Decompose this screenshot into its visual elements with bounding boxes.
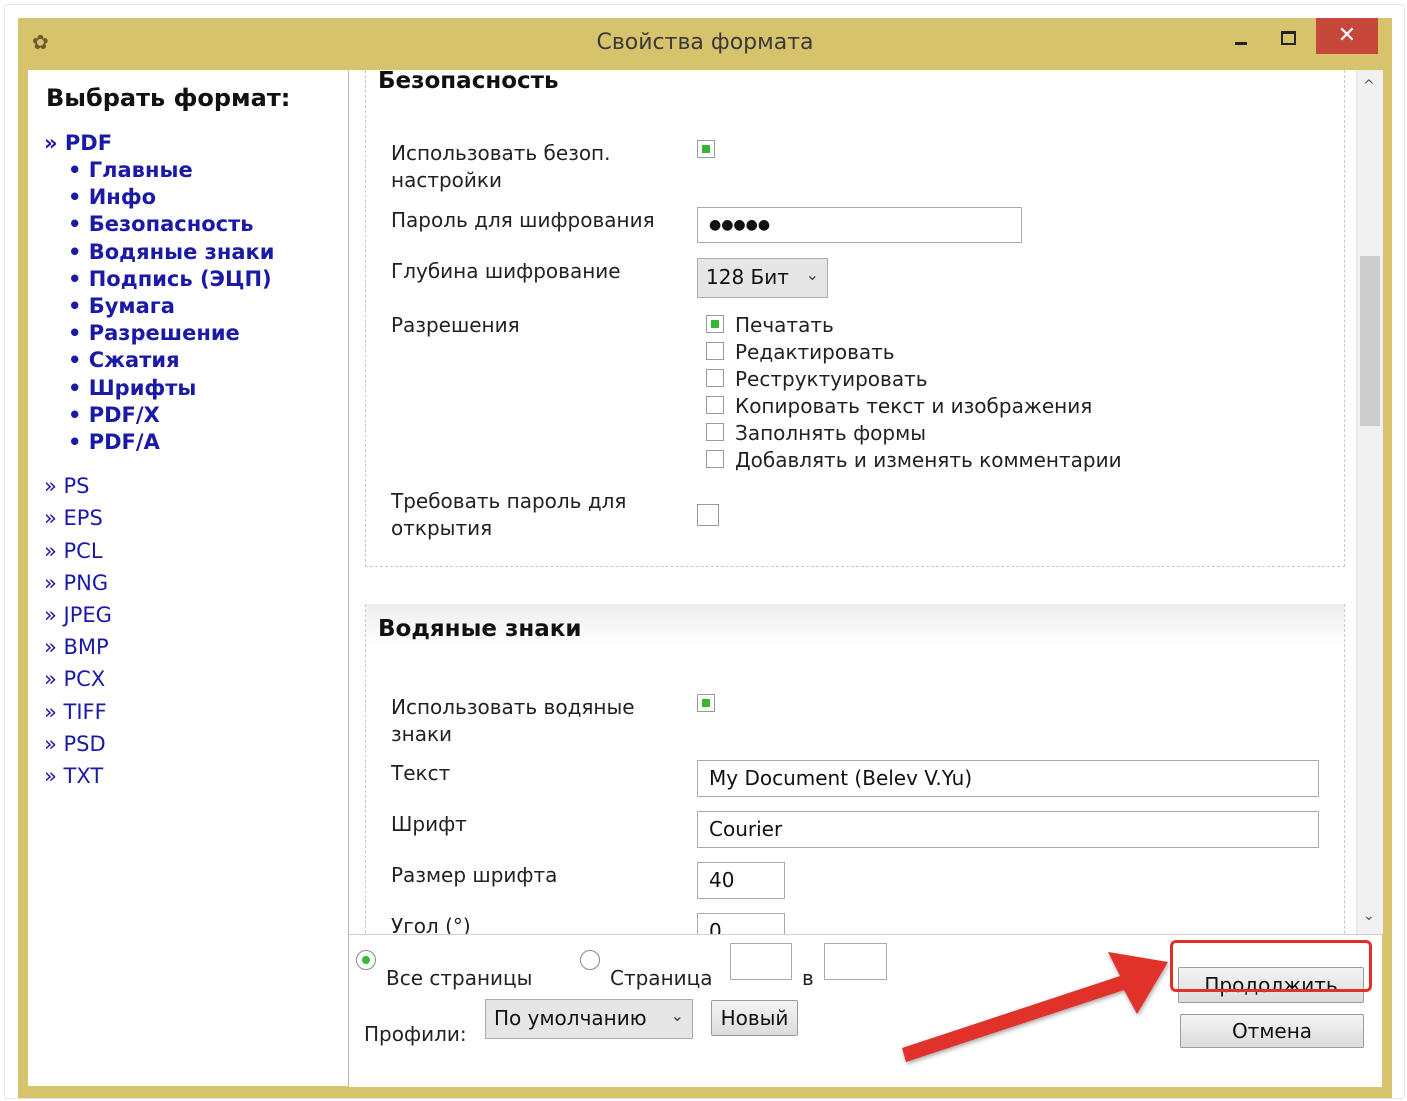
angle-input[interactable]: 0 <box>697 913 785 934</box>
scroll-down-icon[interactable]: ⌄ <box>1363 908 1375 924</box>
watermark-header: Водяные знаки <box>366 604 1344 648</box>
pdf-link-main[interactable]: • Главные <box>44 157 275 184</box>
format-link-psd[interactable]: » PSD <box>44 728 275 760</box>
password-label: Пароль для шифрования <box>391 208 655 232</box>
title-bar[interactable]: ✿ Свойства формата ✕ <box>18 18 1392 70</box>
encryption-depth-select[interactable]: 128 Бит ⌄ <box>697 258 828 298</box>
maximize-button[interactable] <box>1272 22 1302 54</box>
page-to-input[interactable] <box>824 943 887 980</box>
pdf-link-fonts[interactable]: • Шрифты <box>44 375 275 402</box>
sidebar-title: Выбрать формат: <box>46 84 291 112</box>
perm-restructure-label: Реструктуировать <box>735 367 928 391</box>
cancel-button[interactable]: Отмена <box>1180 1014 1364 1048</box>
perm-print-label: Печатать <box>735 313 834 337</box>
use-watermark-checkbox[interactable] <box>697 694 715 712</box>
profiles-label: Профили: <box>364 1022 467 1046</box>
all-pages-label: Все страницы <box>386 966 533 990</box>
perm-edit-label: Редактировать <box>735 340 895 364</box>
minimize-button[interactable] <box>1226 22 1256 54</box>
vertical-scrollbar[interactable]: ^ ⌄ <box>1356 70 1383 934</box>
use-security-checkbox[interactable] <box>697 140 715 158</box>
settings-panel: Безопасность Использовать безоп. настрой… <box>349 70 1383 934</box>
perm-print-checkbox[interactable] <box>706 315 724 333</box>
perm-copy-checkbox[interactable] <box>706 396 724 414</box>
format-link-tiff[interactable]: » TIFF <box>44 696 275 728</box>
encryption-depth-label: Глубина шифрование <box>391 259 621 283</box>
watermark-text-label: Текст <box>391 761 451 785</box>
new-profile-button[interactable]: Новый <box>711 1000 798 1036</box>
scroll-up-icon[interactable]: ^ <box>1363 78 1375 94</box>
pdf-link-info[interactable]: • Инфо <box>44 184 275 211</box>
page-range-label: Страница <box>610 966 713 990</box>
use-security-label: Использовать безоп. настройки <box>391 141 611 192</box>
require-password-label: Требовать пароль для открытия <box>391 489 627 540</box>
pdf-link-pdfx[interactable]: • PDF/X <box>44 402 275 429</box>
pdf-link-compression[interactable]: • Сжатия <box>44 347 275 374</box>
watermark-title: Водяные знаки <box>378 616 582 642</box>
format-link-pcl[interactable]: » PCL <box>44 535 275 567</box>
watermark-font-input[interactable]: Courier <box>697 811 1319 848</box>
font-size-label: Размер шрифта <box>391 863 558 887</box>
format-link-png[interactable]: » PNG <box>44 567 275 599</box>
perm-edit-checkbox[interactable] <box>706 342 724 360</box>
format-link-txt[interactable]: » TXT <box>44 760 275 792</box>
pdf-link-pdfa[interactable]: • PDF/A <box>44 429 275 456</box>
scrollbar-thumb[interactable] <box>1360 256 1380 426</box>
use-watermark-label: Использовать водяные знаки <box>391 695 635 746</box>
page-from-input[interactable] <box>730 943 792 980</box>
encryption-depth-value: 128 Бит <box>706 265 789 289</box>
page-range-radio[interactable] <box>580 950 600 970</box>
pdf-link-paper[interactable]: • Бумага <box>44 293 275 320</box>
watermark-section: Водяные знаки Использовать водяные знаки… <box>365 604 1345 934</box>
chevron-down-icon: ⌄ <box>805 265 819 284</box>
profiles-select[interactable]: По умолчанию ⌄ <box>485 999 693 1039</box>
pdf-link-watermarks[interactable]: • Водяные знаки <box>44 239 275 266</box>
perm-comments-checkbox[interactable] <box>706 450 724 468</box>
format-list: » PDF • Главные • Инфо • Безопасность • … <box>44 130 275 792</box>
pdf-link-signature[interactable]: • Подпись (ЭЦП) <box>44 266 275 293</box>
page-in-label: в <box>802 966 814 990</box>
security-header: Безопасность <box>366 70 1344 94</box>
format-sidebar: Выбрать формат: » PDF • Главные • Инфо •… <box>28 70 349 1086</box>
format-link-jpeg[interactable]: » JPEG <box>44 599 275 631</box>
format-link-pcx[interactable]: » PCX <box>44 663 275 695</box>
pdf-link-security[interactable]: • Безопасность <box>44 211 275 238</box>
pdf-link-resolution[interactable]: • Разрешение <box>44 320 275 347</box>
format-link-pdf[interactable]: » PDF <box>44 130 275 157</box>
watermark-text-input[interactable]: My Document (Belev V.Yu) <box>697 760 1319 797</box>
format-link-eps[interactable]: » EPS <box>44 502 275 534</box>
format-link-bmp[interactable]: » BMP <box>44 631 275 663</box>
password-input[interactable]: ●●●●● <box>697 207 1022 243</box>
security-section: Безопасность Использовать безоп. настрой… <box>365 70 1345 567</box>
format-properties-window: ✿ Свойства формата ✕ Выбрать формат: » P… <box>18 18 1392 1098</box>
perm-fill-forms-checkbox[interactable] <box>706 423 724 441</box>
permissions-label: Разрешения <box>391 313 520 337</box>
perm-fill-forms-label: Заполнять формы <box>735 421 926 445</box>
chevron-down-icon: ⌄ <box>670 1006 684 1025</box>
font-size-input[interactable]: 40 <box>697 862 785 899</box>
continue-highlight-box <box>1170 940 1372 992</box>
angle-label: Угол (°) <box>391 914 471 934</box>
perm-restructure-checkbox[interactable] <box>706 369 724 387</box>
watermark-font-label: Шрифт <box>391 812 467 836</box>
security-title: Безопасность <box>378 70 559 94</box>
window-title: Свойства формата <box>596 30 814 55</box>
all-pages-radio[interactable] <box>356 950 376 970</box>
close-button[interactable]: ✕ <box>1316 18 1378 54</box>
perm-comments-label: Добавлять и изменять комментарии <box>735 448 1122 472</box>
format-link-ps[interactable]: » PS <box>44 470 275 502</box>
require-password-checkbox[interactable] <box>697 504 719 526</box>
profiles-value: По умолчанию <box>494 1006 647 1030</box>
perm-copy-label: Копировать текст и изображения <box>735 394 1093 418</box>
